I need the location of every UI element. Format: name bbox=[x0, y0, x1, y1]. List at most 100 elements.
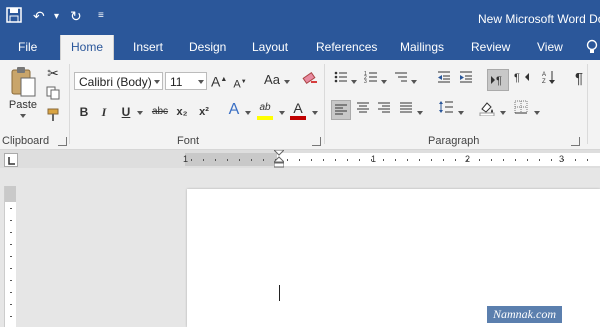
divider bbox=[69, 64, 70, 144]
chevron-down-icon[interactable] bbox=[198, 80, 204, 84]
ruler-tick bbox=[443, 159, 444, 161]
strikethrough-button[interactable]: abc bbox=[150, 102, 170, 122]
vertical-ruler[interactable] bbox=[4, 186, 16, 327]
ruler-tick bbox=[191, 159, 192, 161]
grow-font-label: A bbox=[211, 73, 221, 90]
tab-design[interactable]: Design bbox=[189, 40, 226, 54]
font-color-swatch bbox=[290, 116, 306, 120]
ruler-tick bbox=[359, 159, 360, 161]
shading-icon[interactable] bbox=[478, 100, 496, 122]
tab-selector-icon[interactable] bbox=[4, 153, 18, 167]
horizontal-ruler-area: 1 1 2 3 bbox=[0, 149, 600, 168]
paste-button[interactable]: Paste bbox=[6, 64, 40, 122]
grow-font-button[interactable]: A▲ bbox=[211, 70, 227, 92]
font-group-label: Font bbox=[177, 135, 200, 147]
ruler-tick bbox=[203, 159, 204, 161]
ruler-tick bbox=[10, 268, 12, 269]
text-effects-button[interactable]: A bbox=[226, 100, 242, 120]
chevron-down-icon[interactable] bbox=[458, 111, 464, 115]
svg-text:¶: ¶ bbox=[514, 72, 520, 84]
underline-button[interactable]: U bbox=[120, 102, 132, 122]
tell-me-icon[interactable] bbox=[586, 39, 598, 58]
chevron-down-icon[interactable] bbox=[245, 111, 251, 115]
font-color-button[interactable]: A bbox=[290, 98, 306, 120]
clear-formatting-icon[interactable] bbox=[301, 70, 319, 92]
ruler-tick bbox=[10, 316, 12, 317]
tab-mailings[interactable]: Mailings bbox=[400, 40, 444, 54]
tab-view[interactable]: View bbox=[537, 40, 563, 54]
line-spacing-icon[interactable] bbox=[437, 100, 455, 120]
change-case-button[interactable]: Aa bbox=[260, 70, 284, 90]
svg-text:Z: Z bbox=[542, 79, 546, 85]
paragraph-launcher-icon[interactable] bbox=[571, 137, 580, 146]
sort-icon[interactable]: AZ bbox=[541, 69, 557, 91]
ruler-tick bbox=[10, 304, 12, 305]
font-family-combo[interactable]: Calibri (Body) bbox=[74, 72, 163, 90]
ruler-tick bbox=[431, 159, 432, 161]
highlight-button[interactable]: ab bbox=[256, 98, 274, 120]
superscript-button[interactable]: x² bbox=[196, 102, 212, 122]
subscript-button[interactable]: x₂ bbox=[174, 102, 190, 122]
align-left-icon[interactable] bbox=[331, 100, 351, 120]
font-size-combo[interactable]: 11 bbox=[165, 72, 207, 90]
cut-icon[interactable]: ✂ bbox=[44, 64, 62, 82]
align-right-icon[interactable] bbox=[375, 100, 393, 120]
numbering-icon[interactable]: 123 bbox=[363, 70, 379, 90]
save-icon[interactable] bbox=[6, 7, 22, 26]
chevron-down-icon[interactable] bbox=[500, 111, 506, 115]
undo-icon[interactable]: ↶ bbox=[33, 8, 45, 25]
ribbon: Paste ✂ Clipboard Calibri (Body) 11 A▲ A… bbox=[0, 60, 600, 150]
tab-layout[interactable]: Layout bbox=[252, 40, 288, 54]
undo-dropdown-icon[interactable]: ▾ bbox=[54, 11, 59, 22]
chevron-down-icon[interactable] bbox=[312, 111, 318, 115]
chevron-down-icon[interactable] bbox=[284, 80, 290, 84]
ruler-tick bbox=[287, 159, 288, 161]
rtl-direction-icon[interactable]: ¶ bbox=[513, 70, 531, 90]
chevron-down-icon[interactable] bbox=[279, 111, 285, 115]
borders-icon[interactable] bbox=[512, 100, 530, 120]
chevron-down-icon[interactable] bbox=[154, 80, 160, 84]
ruler-number: 1 bbox=[183, 154, 189, 164]
tab-home[interactable]: Home bbox=[60, 35, 115, 60]
ruler-number: 3 bbox=[559, 154, 565, 164]
chevron-down-icon[interactable] bbox=[381, 80, 387, 84]
divider bbox=[587, 64, 588, 144]
chevron-down-icon[interactable] bbox=[417, 111, 423, 115]
ruler-number: 1 bbox=[371, 154, 377, 164]
copy-icon[interactable] bbox=[44, 86, 62, 104]
ruler-tick bbox=[239, 159, 240, 161]
format-painter-icon[interactable] bbox=[44, 108, 62, 126]
tab-review[interactable]: Review bbox=[471, 40, 510, 54]
tab-references[interactable]: References bbox=[316, 40, 377, 54]
clipboard-group-label: Clipboard bbox=[2, 135, 50, 147]
chevron-down-icon[interactable] bbox=[137, 111, 143, 115]
shrink-font-label: A bbox=[233, 78, 241, 91]
chevron-down-icon[interactable] bbox=[411, 80, 417, 84]
justify-icon[interactable] bbox=[397, 100, 415, 120]
bullets-icon[interactable] bbox=[333, 70, 349, 90]
font-launcher-icon[interactable] bbox=[312, 137, 321, 146]
increase-indent-icon[interactable] bbox=[458, 70, 474, 90]
shrink-font-button[interactable]: A▼ bbox=[233, 72, 247, 95]
paste-label: Paste bbox=[8, 99, 38, 111]
chevron-down-icon[interactable] bbox=[351, 80, 357, 84]
ruler-tick bbox=[407, 159, 408, 161]
show-formatting-marks-icon[interactable]: ¶ bbox=[572, 69, 586, 89]
highlight-label: ab bbox=[259, 102, 271, 113]
align-center-icon[interactable] bbox=[354, 100, 372, 120]
italic-button[interactable]: I bbox=[98, 102, 110, 122]
ruler-tick bbox=[383, 159, 384, 161]
decrease-indent-icon[interactable] bbox=[436, 70, 452, 90]
tab-insert[interactable]: Insert bbox=[133, 40, 163, 54]
customize-qat-icon[interactable]: ≡ bbox=[98, 10, 104, 21]
multilevel-list-icon[interactable] bbox=[393, 70, 409, 90]
clipboard-launcher-icon[interactable] bbox=[58, 137, 67, 146]
chevron-down-icon[interactable] bbox=[534, 111, 540, 115]
bold-button[interactable]: B bbox=[77, 102, 91, 122]
ruler-tick bbox=[10, 280, 12, 281]
ltr-direction-icon[interactable]: ¶ bbox=[487, 69, 509, 91]
ruler-tick bbox=[10, 292, 12, 293]
tab-file[interactable]: File bbox=[18, 40, 37, 54]
ruler-tick bbox=[263, 159, 264, 161]
redo-icon[interactable]: ↻ bbox=[70, 8, 82, 25]
